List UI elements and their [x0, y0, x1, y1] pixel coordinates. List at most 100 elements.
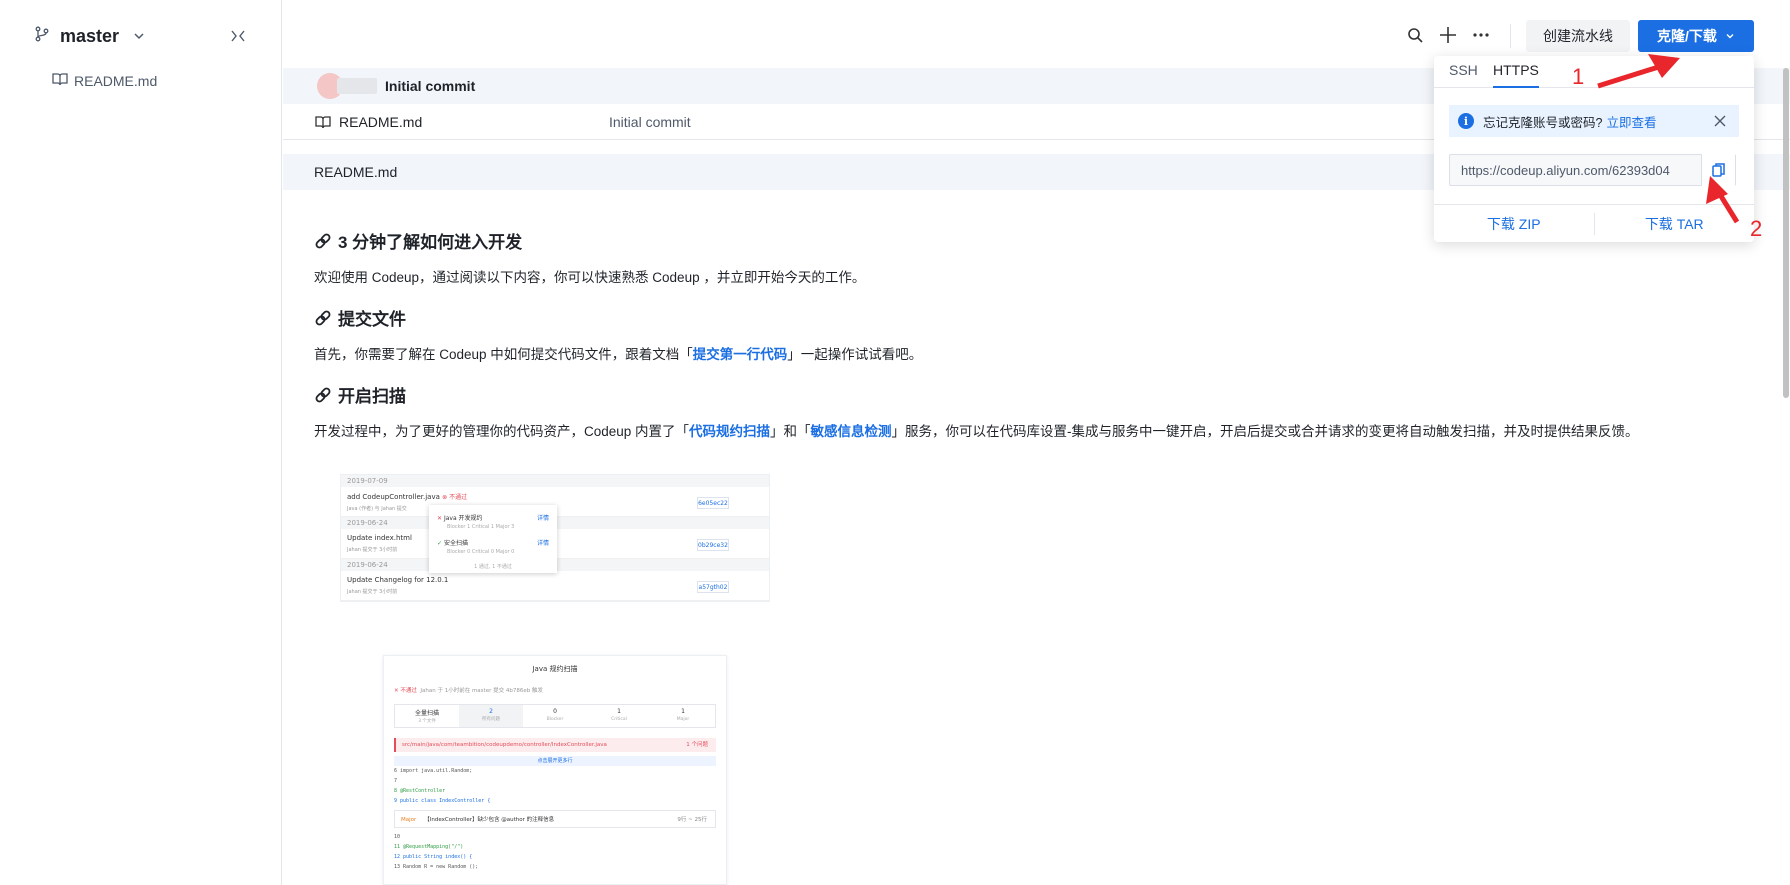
- commit-hash: 6e05ec22: [697, 497, 729, 509]
- section-heading: 开启扫描: [314, 382, 1750, 407]
- doc-link-first-commit[interactable]: 提交第一行代码: [693, 347, 788, 362]
- info-icon: i: [1458, 113, 1474, 129]
- text-fragment: 」和「: [770, 424, 811, 439]
- file-name[interactable]: README.md: [339, 114, 609, 130]
- expand-lines: 点击展开更多行: [394, 756, 716, 766]
- text-fragment: 开发过程中，为了更好的管理你的代码资产，Codeup 内置了「: [314, 424, 690, 439]
- clone-download-button[interactable]: 克隆/下载: [1638, 20, 1754, 52]
- commit-title: add CodeupController.java: [347, 493, 440, 501]
- fail-badge-text: 不通过: [449, 494, 468, 501]
- sidebar: master README.md: [0, 0, 282, 885]
- more-icon[interactable]: [1470, 24, 1492, 46]
- scan-detail-link: 详情: [536, 540, 549, 547]
- text-fragment: 」服务，你可以在代码库设置-集成与服务中一键开启，开启后提交或合并请求的变更将自…: [891, 424, 1639, 439]
- code-line: 8 @RestController: [394, 788, 446, 794]
- section-title: 提交文件: [338, 310, 406, 329]
- stat-value: 1: [617, 708, 621, 715]
- clone-download-label: 克隆/下载: [1657, 28, 1717, 44]
- scan-detail: Blocker 0 Critical 0 Major 0: [447, 549, 515, 555]
- scan-meta: ✕ 不通过 Jahan 于 1小时前在 master 提交 4b786eb 触发: [394, 688, 543, 694]
- protocol-tabs: SSH HTTPS: [1434, 56, 1754, 88]
- commit-hash: 0b29ce32: [697, 539, 729, 551]
- stat-value: 2: [489, 708, 493, 715]
- add-icon[interactable]: [1437, 24, 1459, 46]
- scan-meta-text: Jahan 于 1小时前在 master 提交 4b786eb 触发: [420, 688, 543, 694]
- annotation-label-2: 2: [1750, 216, 1763, 241]
- section-text: 欢迎使用 Codeup，通过阅读以下内容，你可以快速熟悉 Codeup ，并立即…: [314, 270, 866, 285]
- scan-issue: Major 【IndexController】缺少包含 @author 的注释信息…: [394, 810, 716, 828]
- copy-icon[interactable]: [1701, 154, 1735, 186]
- commit-row: Update Changelog for 12.0.1 Jahan 提交于 3小…: [341, 571, 769, 601]
- scrollbar-thumb[interactable]: [1783, 68, 1789, 398]
- book-icon: [315, 115, 331, 129]
- readme-image-commits: 2019-07-09 add CodeupController.java ⊗ 不…: [340, 474, 770, 602]
- search-icon[interactable]: [1404, 24, 1426, 46]
- annotation-label-1: 1: [1572, 64, 1585, 89]
- scan-detail-link: 详情: [536, 515, 549, 522]
- popup-footer: 1 通过, 1 不通过: [474, 564, 512, 570]
- notice-text: 忘记克隆账号或密码?: [1483, 115, 1603, 130]
- link-icon: [314, 309, 332, 327]
- tab-ssh[interactable]: SSH: [1449, 62, 1478, 88]
- close-icon[interactable]: [1713, 114, 1727, 128]
- code-line: 12 public String index() {: [394, 854, 473, 860]
- readme-content: 3 分钟了解如何进入开发 欢迎使用 Codeup，通过阅读以下内容，你可以快速熟…: [314, 228, 1750, 441]
- clone-url-text[interactable]: https://codeup.aliyun.com/62393d04: [1450, 163, 1701, 178]
- link-icon: [314, 232, 332, 250]
- tab-https[interactable]: HTTPS: [1493, 62, 1539, 88]
- text-fragment: 首先，你需要了解在 Codeup 中如何提交代码文件，跟着文档「: [314, 347, 693, 362]
- file-commit-message[interactable]: Initial commit: [609, 114, 691, 130]
- pass-icon: ✓: [437, 540, 443, 547]
- stat-value: 0: [553, 708, 557, 715]
- branch-icon: [34, 26, 50, 47]
- scan-name: Java 开发规约: [443, 515, 483, 522]
- author-name-blurred: [337, 78, 377, 94]
- code-line: 11 @RequestMapping("/"): [394, 844, 464, 850]
- sidebar-file-label: README.md: [74, 72, 158, 89]
- credential-notice: i 忘记克隆账号或密码? 立即查看: [1449, 105, 1739, 137]
- scan-title: Java 规约扫描: [532, 665, 578, 673]
- section-title: 3 分钟了解如何进入开发: [338, 233, 523, 252]
- scan-detail: Blocker 1 Critical 1 Major 3: [447, 524, 515, 530]
- fail-badge: ⊗ 不通过: [442, 494, 468, 501]
- code-line: 9 public class IndexController {: [394, 798, 491, 804]
- fail-icon: ✕: [437, 515, 443, 522]
- code-line: 7: [394, 778, 398, 784]
- code-line: 6 import java.util.Random;: [394, 768, 473, 774]
- scan-file-path: src/main/java/com/teambition/codeupdemo/…: [394, 738, 716, 752]
- download-tar-button[interactable]: 下载 TAR: [1595, 214, 1755, 234]
- download-zip-button[interactable]: 下载 ZIP: [1434, 214, 1594, 234]
- section-title: 开启扫描: [338, 387, 406, 406]
- link-code-scan[interactable]: 代码规约扫描: [689, 424, 770, 439]
- commit-title: Update Changelog for 12.0.1: [347, 576, 449, 584]
- chevron-down-icon: [133, 29, 147, 43]
- download-row: 下载 ZIP 下载 TAR: [1434, 204, 1754, 242]
- scrollbar[interactable]: [1782, 68, 1790, 398]
- branch-selector[interactable]: master: [34, 22, 147, 50]
- toolbar-divider: [1510, 24, 1511, 48]
- sidebar-file-readme[interactable]: README.md: [52, 72, 157, 89]
- text-fragment: 」一起操作试试看吧。: [787, 347, 923, 362]
- code-line: 13 Random R = new Random ();: [394, 864, 479, 870]
- code-line: 10: [394, 834, 401, 840]
- scan-stats: 全量扫描 3 个文件 2 所有问题 0 Blocker 1 Critical 1 Majo…: [394, 704, 716, 728]
- stat-label: 3 个文件: [418, 719, 436, 724]
- link-sensitive-detect[interactable]: 敏感信息检测: [811, 424, 892, 439]
- stat-label: Blocker: [546, 717, 564, 722]
- clone-url-field[interactable]: https://codeup.aliyun.com/62393d04: [1449, 154, 1736, 186]
- section-text: 首先，你需要了解在 Codeup 中如何提交代码文件，跟着文档「提交第一行代码」…: [314, 346, 1750, 364]
- date-row: 2019-07-09: [341, 475, 769, 487]
- scan-name: 安全扫描: [443, 540, 468, 547]
- stat-value: 全量扫描: [414, 710, 439, 717]
- create-pipeline-button[interactable]: 创建流水线: [1526, 20, 1630, 52]
- scan-result-popup: ✕ Java 开发规约 详情 Blocker 1 Critical 1 Major…: [429, 505, 557, 573]
- code-block: 10 11 @RequestMapping("/") 12 public Str…: [394, 832, 716, 872]
- commit-title: Update index.html: [347, 534, 412, 542]
- issue-range: 9行 ~ 25行: [677, 817, 707, 823]
- collapse-sidebar-icon[interactable]: [228, 26, 248, 46]
- link-icon: [314, 386, 332, 404]
- path-text: src/main/java/com/teambition/codeupdemo/…: [402, 742, 607, 748]
- commit-message[interactable]: Initial commit: [385, 78, 475, 94]
- view-credentials-link[interactable]: 立即查看: [1606, 112, 1656, 131]
- section-heading: 提交文件: [314, 305, 1750, 330]
